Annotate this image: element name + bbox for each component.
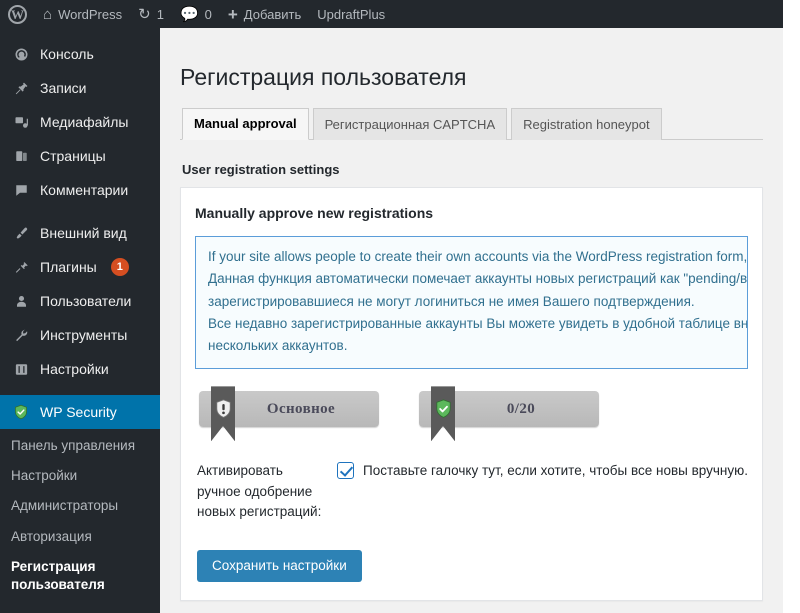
sidebar-label: Комментарии bbox=[40, 182, 129, 198]
sidebar-label: Инструменты bbox=[40, 327, 128, 343]
setting-label: Активировать ручное одобрение новых реги… bbox=[197, 463, 322, 519]
tab-registration-captcha[interactable]: Регистрационная CAPTCHA bbox=[312, 107, 508, 140]
save-settings-button[interactable]: Сохранить настройки bbox=[197, 550, 362, 582]
site-name-label: WordPress bbox=[58, 6, 123, 22]
submenu-item-admins[interactable]: Администраторы bbox=[0, 491, 160, 521]
info-line: нескольких аккаунтов. bbox=[208, 338, 348, 354]
sidebar-label: Настройки bbox=[40, 361, 109, 377]
tab-registration-honeypot[interactable]: Registration honeypot bbox=[511, 107, 662, 140]
sidebar-item-pages[interactable]: Страницы bbox=[0, 139, 160, 173]
admin-sidebar-menu: Консоль Записи Медиафайлы Страницы Комме bbox=[0, 28, 168, 613]
plus-icon: + bbox=[227, 4, 238, 24]
updates-menu[interactable]: ↻ 1 bbox=[130, 0, 172, 28]
home-icon: ⌂ bbox=[43, 5, 53, 23]
info-line: Данная функция автоматически помечает ак… bbox=[208, 271, 748, 287]
info-notice: If your site allows people to create the… bbox=[195, 236, 748, 370]
screenshot-root: W ⌂ WordPress ↻ 1 💬 0 + Добавить Updraft… bbox=[0, 0, 800, 613]
menu-group-separator-2 bbox=[0, 386, 160, 395]
wp-security-submenu: Панель управления Настройки Администрато… bbox=[0, 429, 160, 609]
updraftplus-label: UpdraftPlus bbox=[317, 6, 386, 22]
pages-icon bbox=[11, 149, 31, 164]
ribbon-label: 0/20 bbox=[506, 400, 536, 417]
sidebar-label: Плагины bbox=[40, 259, 97, 275]
updates-count: 1 bbox=[156, 6, 164, 22]
content-wrap: Регистрация пользователя Manual approval… bbox=[160, 28, 783, 613]
submenu-item-login[interactable]: Авторизация bbox=[0, 522, 160, 552]
sidebar-label: Пользователи bbox=[40, 293, 132, 309]
shield-exclamation-icon bbox=[215, 399, 232, 419]
postbox-title: Manually approve new registrations bbox=[195, 204, 434, 221]
sidebar-label: Консоль bbox=[40, 46, 94, 62]
tab-bar: Manual approval Регистрационная CAPTCHA … bbox=[180, 106, 763, 140]
settings-postbox: Manually approve new registrations If yo… bbox=[180, 186, 763, 601]
users-icon bbox=[11, 294, 31, 309]
sidebar-label: Страницы bbox=[40, 148, 106, 164]
plugins-update-badge: 1 bbox=[110, 258, 129, 276]
sidebar-item-posts[interactable]: Записи bbox=[0, 71, 160, 105]
sidebar-label: Медиафайлы bbox=[40, 114, 129, 130]
setting-field: Поставьте галочку тут, если хотите, чтоб… bbox=[337, 461, 748, 522]
submenu-item-user-registration[interactable]: Регистрация пользователя bbox=[0, 552, 160, 600]
sidebar-item-tools[interactable]: Инструменты bbox=[0, 318, 160, 352]
enable-manual-approval-checkbox-row[interactable]: Поставьте галочку тут, если хотите, чтоб… bbox=[337, 461, 748, 482]
submenu-item-settings[interactable]: Настройки bbox=[0, 461, 160, 491]
brush-icon bbox=[11, 226, 31, 241]
settings-icon bbox=[11, 362, 31, 377]
wp-logo-menu[interactable]: W bbox=[0, 0, 35, 28]
ribbon-score: 0/20 bbox=[419, 386, 599, 442]
sidebar-item-appearance[interactable]: Внешний вид bbox=[0, 216, 160, 250]
ribbon-basic: Основное bbox=[199, 386, 379, 442]
sidebar-item-dashboard[interactable]: Консоль bbox=[0, 37, 160, 71]
admin-content-area: Регистрация пользователя Manual approval… bbox=[160, 28, 783, 613]
sidebar-item-plugins[interactable]: Плагины 1 bbox=[0, 250, 160, 284]
postbox-inner: Manually approve new registrations If yo… bbox=[181, 188, 762, 600]
plug-icon bbox=[11, 260, 31, 275]
checkbox-label: Поставьте галочку тут, если хотите, чтоб… bbox=[363, 463, 748, 479]
new-content-menu[interactable]: + Добавить bbox=[220, 0, 309, 28]
feature-ribbons: Основное 0/20 bbox=[199, 386, 748, 442]
menu-group-separator bbox=[0, 207, 160, 216]
sidebar-item-comments[interactable]: Комментарии bbox=[0, 173, 160, 207]
sidebar-label: WP Security bbox=[40, 404, 117, 420]
tab-manual-approval[interactable]: Manual approval bbox=[182, 107, 309, 140]
comment-bubble-icon: 💬 bbox=[179, 5, 199, 23]
sidebar-item-wp-security[interactable]: WP Security bbox=[0, 395, 168, 429]
wordpress-logo-icon: W bbox=[8, 4, 27, 24]
menu-top-spacer bbox=[0, 28, 160, 37]
sidebar-item-media[interactable]: Медиафайлы bbox=[0, 105, 160, 139]
sidebar-item-users[interactable]: Пользователи bbox=[0, 284, 160, 318]
section-label: User registration settings bbox=[182, 161, 340, 177]
info-line: зарегистрировавшиеся не могут логиниться… bbox=[208, 293, 695, 309]
sidebar-label: Внешний вид bbox=[40, 225, 127, 241]
ribbon-label: Основное bbox=[266, 400, 336, 417]
dashboard-icon bbox=[11, 47, 31, 62]
comments-menu[interactable]: 💬 0 bbox=[172, 0, 220, 28]
checkbox-checked-icon[interactable] bbox=[337, 462, 355, 480]
submenu-item-dashboard[interactable]: Панель управления bbox=[0, 431, 160, 461]
manual-approval-setting-row: Активировать ручное одобрение новых реги… bbox=[197, 461, 748, 522]
pin-icon bbox=[11, 81, 31, 96]
page-title: Регистрация пользователя bbox=[180, 64, 467, 90]
admin-bar: W ⌂ WordPress ↻ 1 💬 0 + Добавить Updraft… bbox=[0, 0, 783, 28]
info-line: Все недавно зарегистрированные аккаунты … bbox=[208, 315, 748, 331]
update-arrows-icon: ↻ bbox=[138, 5, 151, 23]
wordpress-admin-page: W ⌂ WordPress ↻ 1 💬 0 + Добавить Updraft… bbox=[0, 0, 783, 613]
wrench-icon bbox=[11, 328, 31, 343]
sidebar-label: Записи bbox=[40, 80, 87, 96]
media-icon bbox=[11, 115, 31, 130]
shield-icon bbox=[11, 404, 31, 420]
comment-icon bbox=[11, 183, 31, 198]
shield-check-icon bbox=[435, 399, 452, 419]
info-line: If your site allows people to create the… bbox=[208, 249, 748, 265]
site-name-menu[interactable]: ⌂ WordPress bbox=[35, 0, 130, 28]
new-content-label: Добавить bbox=[243, 6, 302, 22]
updraftplus-menu[interactable]: UpdraftPlus bbox=[309, 0, 393, 28]
comments-count: 0 bbox=[204, 6, 212, 22]
sidebar-item-settings[interactable]: Настройки bbox=[0, 352, 160, 386]
